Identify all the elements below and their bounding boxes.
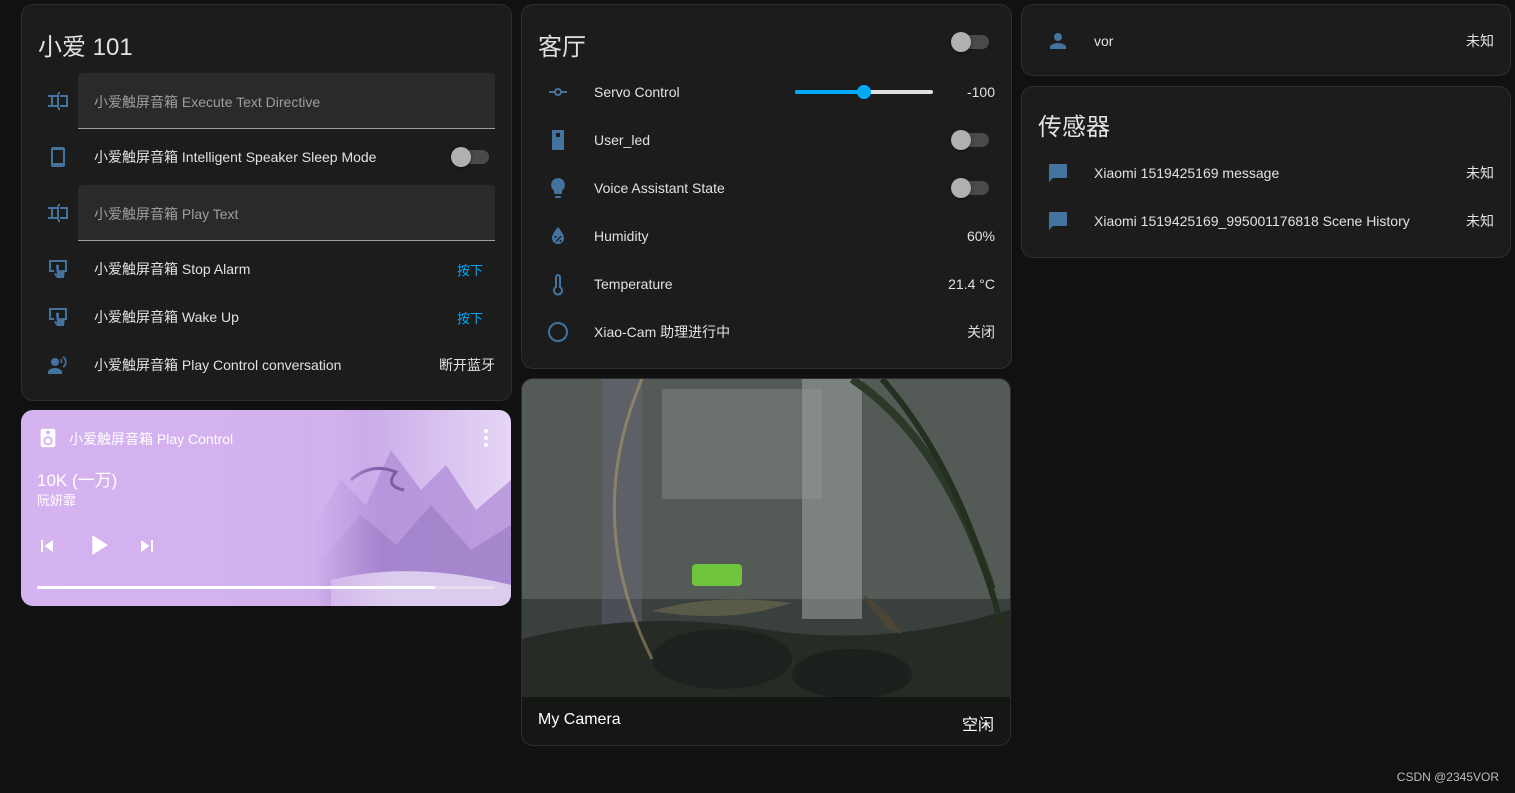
- lightbulb-icon: [546, 176, 570, 200]
- sensor-scene-history-value: 未知: [1466, 213, 1494, 229]
- progress-track[interactable]: [37, 586, 495, 589]
- album-art: [311, 410, 511, 606]
- thermometer-icon: [546, 272, 570, 296]
- voice-assistant-state-toggle[interactable]: [951, 178, 989, 198]
- temperature-row: Temperature 21.4 °C: [522, 260, 1011, 308]
- stop-alarm-row: 小爱触屏音箱 Stop Alarm 按下: [22, 245, 511, 293]
- media-player-title: 小爱触屏音箱 Play Control: [69, 431, 234, 447]
- sensor-scene-history-label: Xiaomi 1519425169_995001176818 Scene His…: [1094, 213, 1410, 229]
- play-text-label: 小爱触屏音箱 Play Text: [94, 206, 239, 222]
- person-card: vor 未知: [1021, 4, 1511, 76]
- message-icon: [1046, 209, 1070, 233]
- sleep-mode-row: 小爱触屏音箱 Intelligent Speaker Sleep Mode: [22, 133, 511, 181]
- temperature-value: 21.4 °C: [948, 276, 995, 292]
- camera-card[interactable]: My Camera 空闲: [521, 378, 1011, 746]
- watermark: CSDN @2345VOR: [1396, 770, 1499, 784]
- gesture-tap-icon: [46, 257, 70, 281]
- wake-up-label: 小爱触屏音箱 Wake Up: [94, 309, 239, 325]
- slider-fill: [795, 90, 864, 94]
- user-led-toggle[interactable]: [951, 130, 989, 150]
- remote-icon: [546, 128, 570, 152]
- stop-alarm-press-button[interactable]: 按下: [457, 260, 483, 279]
- next-track-button[interactable]: [135, 534, 159, 558]
- stop-alarm-label: 小爱触屏音箱 Stop Alarm: [94, 261, 251, 277]
- previous-track-button[interactable]: [35, 534, 59, 558]
- temperature-label: Temperature: [594, 276, 673, 292]
- sensor-row-scene-history[interactable]: Xiaomi 1519425169_995001176818 Scene His…: [1022, 197, 1510, 245]
- xiao-cam-assist-value: 关闭: [967, 324, 995, 340]
- circle-outline-icon: [546, 320, 570, 344]
- artist-name: 阮妍霏: [37, 493, 77, 508]
- living-room-card: 客厅 Servo Control -100 User_led Voice Ass…: [521, 4, 1012, 369]
- servo-control-slider[interactable]: [795, 85, 933, 99]
- slider-icon: [546, 80, 570, 104]
- voice-assistant-state-label: Voice Assistant State: [594, 180, 725, 196]
- sleep-mode-toggle[interactable]: [451, 147, 489, 167]
- humidity-label: Humidity: [594, 228, 649, 244]
- user-led-label: User_led: [594, 132, 651, 148]
- text-field-icon: [46, 201, 70, 225]
- voice-assistant-state-row: Voice Assistant State: [522, 164, 1011, 212]
- phone-icon: [46, 145, 70, 169]
- play-control-conversation-value: 断开蓝牙: [439, 357, 495, 373]
- xiao-cam-assist-label: Xiao-Cam 助理进行中: [594, 324, 731, 340]
- xiaoai-card: 小爱 101 小爱触屏音箱 Execute Text Directive 小爱触…: [21, 4, 512, 401]
- wake-up-press-button[interactable]: 按下: [457, 308, 483, 327]
- sensor-message-label: Xiaomi 1519425169 message: [1094, 165, 1280, 181]
- execute-text-directive-input[interactable]: 小爱触屏音箱 Execute Text Directive: [78, 73, 495, 129]
- slider-knob[interactable]: [857, 85, 871, 99]
- more-options-icon[interactable]: [483, 428, 489, 448]
- play-button[interactable]: [81, 528, 115, 562]
- water-percent-icon: [546, 224, 570, 248]
- camera-state: 空闲: [961, 717, 994, 734]
- user-led-row: User_led: [522, 116, 1011, 164]
- camera-name: My Camera: [538, 711, 621, 728]
- sensor-message-value: 未知: [1466, 165, 1494, 181]
- card-title: 传感器: [1038, 114, 1110, 141]
- play-text-input[interactable]: 小爱触屏音箱 Play Text: [78, 185, 495, 241]
- wake-up-row: 小爱触屏音箱 Wake Up 按下: [22, 293, 511, 341]
- progress-fill: [37, 586, 436, 589]
- camera-feed-image: [522, 379, 1010, 745]
- message-icon: [1046, 161, 1070, 185]
- sleep-mode-label: 小爱触屏音箱 Intelligent Speaker Sleep Mode: [94, 149, 377, 165]
- song-title: 10K (一万): [37, 471, 118, 490]
- card-title: 客厅: [538, 34, 586, 61]
- person-state: 未知: [1466, 33, 1494, 49]
- account-icon: [1046, 29, 1070, 53]
- person-row[interactable]: vor 未知: [1022, 17, 1510, 65]
- humidity-row: Humidity 60%: [522, 212, 1011, 260]
- servo-control-value: -100: [966, 84, 995, 100]
- text-field-icon: [46, 89, 70, 113]
- humidity-value: 60%: [966, 228, 995, 244]
- gesture-tap-icon: [46, 305, 70, 329]
- servo-control-label: Servo Control: [594, 84, 680, 100]
- play-control-conversation-label: 小爱触屏音箱 Play Control conversation: [94, 357, 342, 373]
- servo-control-row: Servo Control -100: [522, 68, 1011, 116]
- sensor-card: 传感器 Xiaomi 1519425169 message 未知 Xiaomi …: [1021, 86, 1511, 258]
- media-player-card: 小爱触屏音箱 Play Control 10K (一万) 阮妍霏: [21, 410, 511, 606]
- card-title: 小爱 101: [38, 34, 133, 61]
- execute-text-directive-label: 小爱触屏音箱 Execute Text Directive: [94, 94, 321, 110]
- sensor-row-message[interactable]: Xiaomi 1519425169 message 未知: [1022, 149, 1510, 197]
- xiao-cam-assist-row: Xiao-Cam 助理进行中 关闭: [522, 308, 1011, 356]
- living-room-master-toggle[interactable]: [951, 32, 989, 52]
- play-control-conversation-row: 小爱触屏音箱 Play Control conversation 断开蓝牙: [22, 341, 511, 389]
- voice-person-icon: [46, 353, 70, 377]
- speaker-icon: [37, 427, 59, 449]
- person-name: vor: [1094, 33, 1114, 49]
- camera-footer: My Camera 空闲: [522, 697, 1010, 745]
